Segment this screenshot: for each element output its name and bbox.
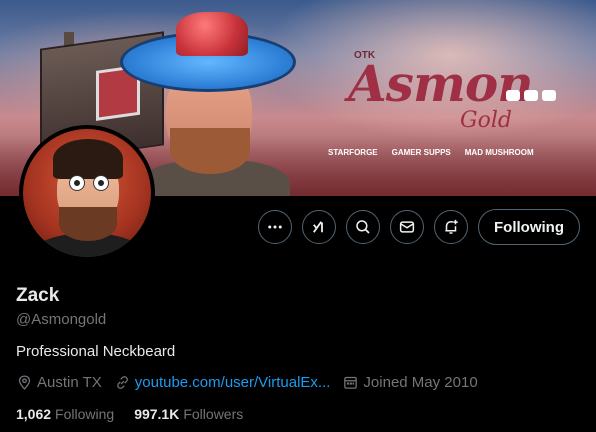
following-label: Following [55, 406, 115, 422]
sponsor-label: GAMER SUPPS [391, 148, 451, 157]
grok-icon [313, 221, 323, 233]
twitch-icon [542, 90, 556, 101]
avatar-beard [59, 207, 117, 241]
search-icon [356, 220, 370, 234]
banner-logo-sub: Gold [460, 108, 512, 133]
link-icon [116, 376, 128, 389]
banner-streamer [120, 12, 310, 196]
profile-avatar[interactable] [19, 125, 155, 261]
twitter-icon [524, 90, 538, 101]
profile-meta: Austin TX youtube.com/user/VirtualEx... … [16, 374, 490, 391]
location-pin-icon [18, 375, 31, 390]
banner-sponsors: STARFORGE GAMER SUPPS MAD MUSHROOM [328, 148, 534, 157]
profile-bio: Professional Neckbeard [16, 343, 176, 360]
sponsor-label: MAD MUSHROOM [464, 148, 534, 157]
grok-button[interactable] [302, 210, 336, 244]
followers-label: Followers [183, 406, 244, 422]
followers-count: 997.1K [134, 406, 180, 422]
followers-stat[interactable]: 997.1K Followers [134, 406, 243, 422]
location-item: Austin TX [16, 374, 102, 391]
banner-logo-main: Asmon [348, 54, 534, 113]
avatar-hair [53, 139, 123, 179]
profile-name: Zack [16, 285, 60, 306]
ellipsis-icon [268, 225, 282, 229]
website-item[interactable]: youtube.com/user/VirtualEx... [114, 374, 331, 391]
envelope-icon [399, 221, 415, 233]
avatar-eye [93, 175, 109, 191]
location-text: Austin TX [37, 374, 102, 391]
joined-item: Joined May 2010 [342, 374, 478, 391]
more-button[interactable] [258, 210, 292, 244]
banner-social-icons [506, 90, 556, 101]
profile-handle: @Asmongold [16, 311, 107, 328]
message-button[interactable] [390, 210, 424, 244]
youtube-icon [506, 90, 520, 101]
following-button[interactable]: Following [478, 209, 580, 245]
banner-beard [170, 128, 250, 174]
avatar-eye [69, 175, 85, 191]
banner-hat-top [176, 12, 248, 56]
profile-stats: 1,062 Following 997.1K Followers [16, 406, 263, 422]
sponsor-label: STARFORGE [328, 148, 378, 157]
following-stat[interactable]: 1,062 Following [16, 406, 114, 422]
bell-plus-icon [445, 219, 458, 234]
notify-button[interactable] [434, 210, 468, 244]
calendar-icon [344, 376, 358, 389]
avatar-image [23, 129, 151, 257]
website-link[interactable]: youtube.com/user/VirtualEx... [135, 374, 331, 391]
profile-actions: Following [258, 209, 580, 245]
search-profile-button[interactable] [346, 210, 380, 244]
following-count: 1,062 [16, 406, 52, 422]
joined-text: Joined May 2010 [363, 374, 478, 391]
